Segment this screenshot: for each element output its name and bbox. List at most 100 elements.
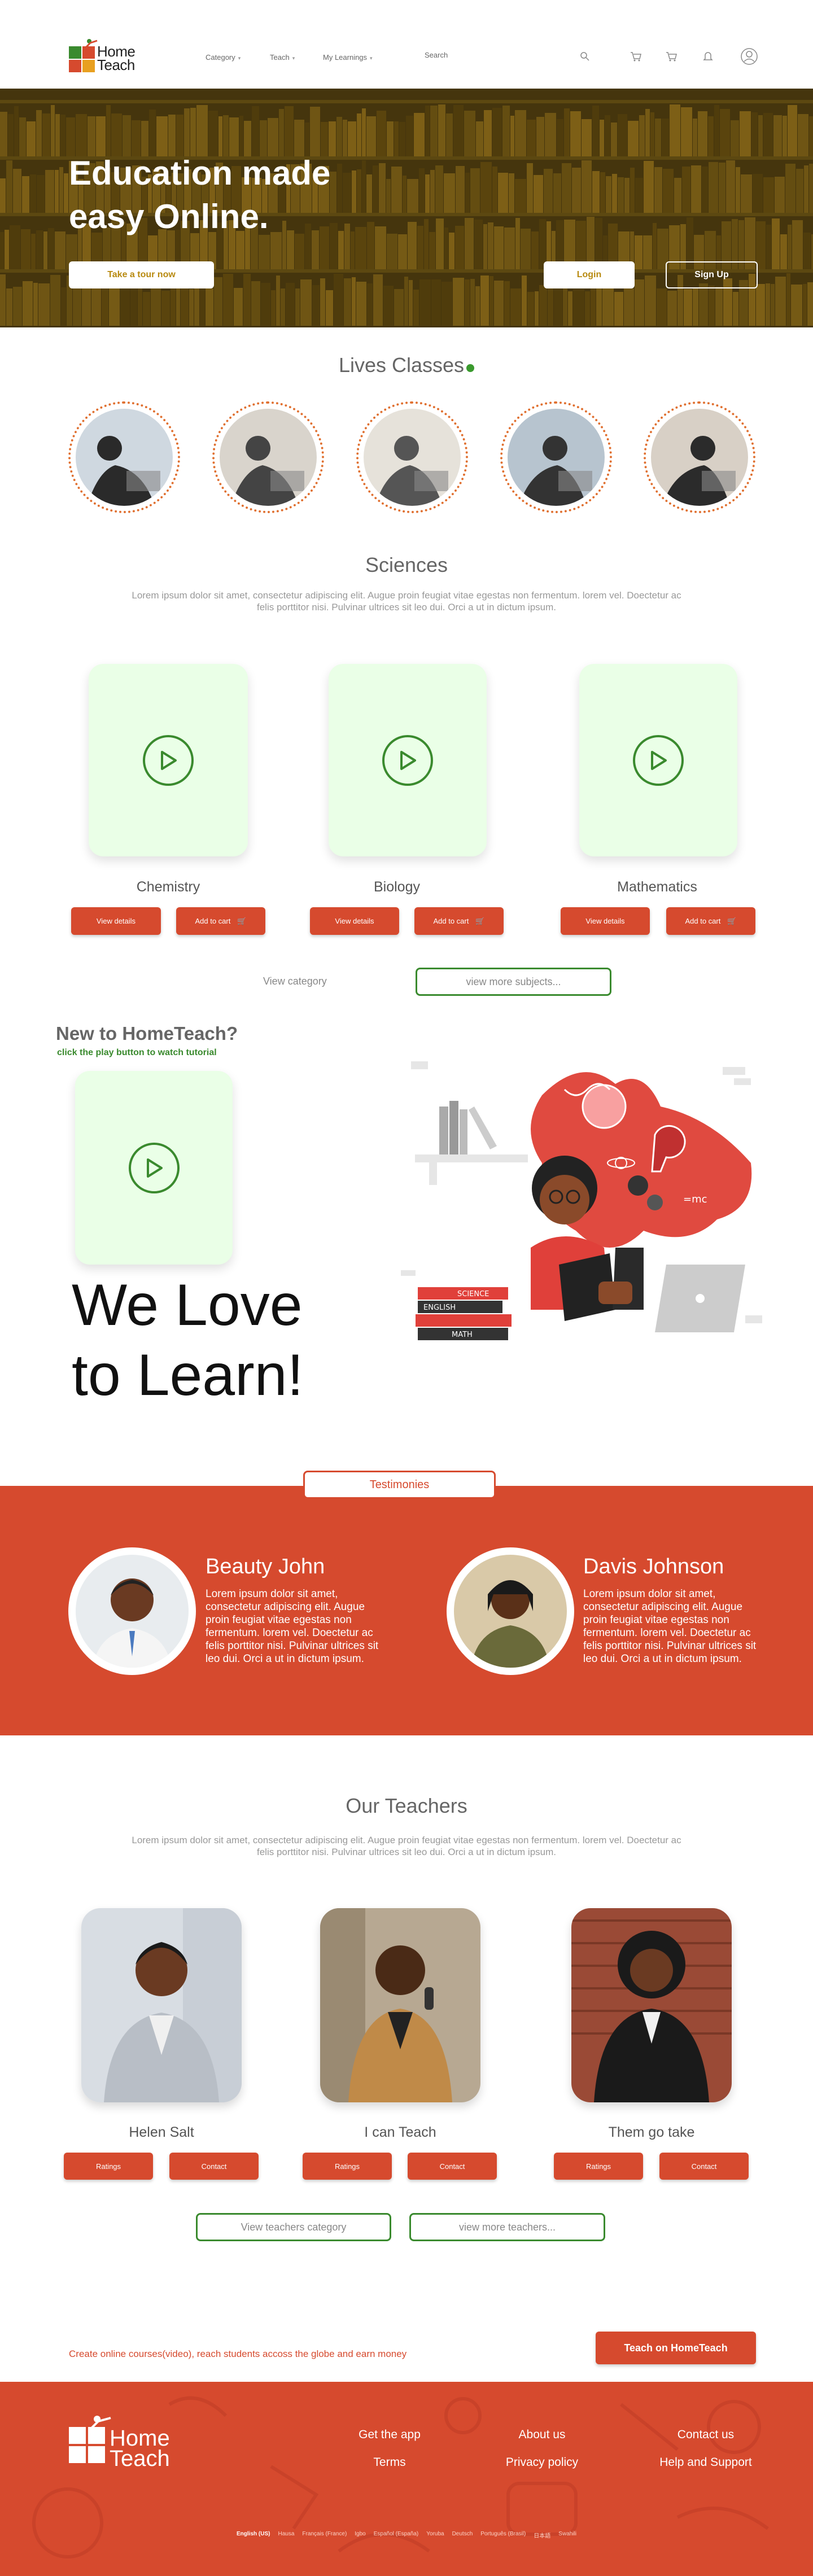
cart-icon[interactable] — [663, 49, 679, 64]
classroom-photo — [364, 409, 461, 506]
we-love-to-learn-heading: We Love to Learn! — [72, 1270, 304, 1410]
i-can-teach-ratings-button[interactable]: Ratings — [303, 2153, 392, 2180]
biology-video-card[interactable] — [329, 664, 487, 856]
add-to-cart-label: Add to cart — [685, 917, 721, 925]
language-option[interactable]: Français (France) — [302, 2531, 347, 2539]
nav-teach-label: Teach — [270, 53, 290, 62]
teacher-card-them-go-take[interactable] — [571, 1908, 732, 2102]
live-class-5[interactable] — [644, 401, 755, 513]
language-option[interactable]: Español (España) — [374, 2531, 419, 2539]
hero-title: Education made easy Online. — [69, 151, 330, 238]
footer-contact-us[interactable]: Contact us — [661, 2428, 751, 2442]
our-teachers-title: Our Teachers — [346, 1794, 467, 1817]
person-photo — [76, 1555, 189, 1668]
footer-help-and-support[interactable]: Help and Support — [649, 2456, 762, 2469]
search-icon[interactable] — [577, 49, 593, 64]
footer-get-the-app[interactable]: Get the app — [344, 2428, 435, 2442]
subject-name-chemistry: Chemistry — [136, 879, 200, 895]
play-icon[interactable] — [633, 734, 684, 786]
footer-privacy-policy[interactable]: Privacy policy — [497, 2456, 587, 2469]
language-option[interactable]: Português (Brasil) — [480, 2531, 526, 2539]
subject-name-mathematics: Mathematics — [617, 879, 697, 895]
user-avatar-icon[interactable] — [740, 47, 759, 66]
view-more-subjects-button[interactable]: view more subjects... — [416, 968, 611, 996]
footer-about-us[interactable]: About us — [497, 2428, 587, 2442]
classroom-photo — [508, 409, 605, 506]
tutorial-subtitle: click the play button to watch tutorial — [57, 1048, 217, 1057]
language-option[interactable]: Hausa — [278, 2531, 294, 2539]
teach-on-hometeach-button[interactable]: Teach on HomeTeach — [596, 2332, 756, 2364]
footer-logo[interactable]: Home Teach — [69, 2415, 193, 2471]
chemistry-video-card[interactable] — [89, 664, 248, 856]
teacher-name-them-go-take: Them go take — [608, 2124, 695, 2140]
teacher-card-helen[interactable] — [81, 1908, 242, 2102]
language-option[interactable]: English (US) — [237, 2531, 270, 2539]
mathematics-add-to-cart-button[interactable]: Add to cart 🛒 — [666, 907, 755, 935]
avatar-photo-davis — [454, 1555, 567, 1668]
live-class-thumbnail — [76, 409, 173, 506]
live-class-3[interactable] — [356, 401, 468, 513]
doodle-background — [32, 2396, 769, 2558]
language-option[interactable]: Deutsch — [452, 2531, 473, 2539]
avatar-photo-beauty — [76, 1555, 189, 1668]
logo-square-red-2 — [69, 60, 81, 72]
view-more-teachers-button[interactable]: view more teachers... — [409, 2213, 605, 2241]
logo-square — [69, 2446, 86, 2463]
classroom-photo — [76, 409, 173, 506]
live-class-1[interactable] — [68, 401, 180, 513]
language-option[interactable]: Igbo — [355, 2531, 365, 2539]
live-class-thumbnail — [508, 409, 605, 506]
nav-teach[interactable]: Teach ▾ — [270, 53, 295, 62]
teacher-photo — [320, 1908, 480, 2102]
live-class-thumbnail — [364, 409, 461, 506]
book-label-science: SCIENCE — [457, 1290, 489, 1298]
signup-button[interactable]: Sign Up — [666, 261, 758, 288]
live-classes-title: Lives Classes — [0, 353, 813, 377]
chemistry-add-to-cart-button[interactable]: Add to cart 🛒 — [176, 907, 265, 935]
testimony-text-1: Lorem ipsum dolor sit amet, consectetur … — [206, 1588, 379, 1665]
login-button[interactable]: Login — [544, 261, 635, 288]
live-class-thumbnail — [220, 409, 317, 506]
we-love-line1: We Love — [72, 1272, 303, 1338]
top-navbar: Home Teach Category ▾ Teach ▾ My Learnings… — [0, 0, 813, 89]
view-category-link[interactable]: View category — [263, 976, 327, 987]
nav-category[interactable]: Category ▾ — [206, 53, 241, 62]
language-option[interactable]: 日本語 — [534, 2531, 550, 2539]
helen-contact-button[interactable]: Contact — [169, 2153, 259, 2180]
play-icon[interactable] — [128, 1142, 180, 1193]
cart-plus-icon[interactable] — [628, 49, 644, 64]
cart-icon: 🛒 — [475, 916, 485, 925]
testimony-avatar-2 — [447, 1547, 574, 1675]
them-go-take-contact-button[interactable]: Contact — [659, 2153, 749, 2180]
biology-view-details-button[interactable]: View details — [310, 907, 399, 935]
mathematics-view-details-button[interactable]: View details — [561, 907, 650, 935]
live-class-2[interactable] — [212, 401, 324, 513]
student-reading-illustration: =mc SCIENCE ENGLISH MATH — [401, 1061, 762, 1340]
live-class-4[interactable] — [500, 401, 612, 513]
chemistry-view-details-button[interactable]: View details — [71, 907, 161, 935]
i-can-teach-contact-button[interactable]: Contact — [408, 2153, 497, 2180]
classroom-photo — [220, 409, 317, 506]
teacher-card-i-can-teach[interactable] — [320, 1908, 480, 2102]
language-option[interactable]: Swahili — [558, 2531, 576, 2539]
book-label-math: MATH — [452, 1331, 473, 1339]
language-option[interactable]: Yoruba — [426, 2531, 444, 2539]
helen-ratings-button[interactable]: Ratings — [64, 2153, 153, 2180]
mathematics-video-card[interactable] — [579, 664, 737, 856]
nav-my-learnings[interactable]: My Learnings ▾ — [323, 53, 373, 62]
them-go-take-ratings-button[interactable]: Ratings — [554, 2153, 643, 2180]
play-icon[interactable] — [143, 734, 194, 786]
search-input[interactable]: Search — [425, 51, 594, 63]
logo[interactable]: Home Teach — [69, 38, 142, 73]
footer-terms[interactable]: Terms — [344, 2456, 435, 2469]
live-dot-icon — [466, 364, 475, 372]
nav-category-label: Category — [206, 53, 235, 62]
sciences-title: Sciences — [365, 553, 448, 576]
bell-icon[interactable] — [700, 49, 716, 64]
biology-add-to-cart-button[interactable]: Add to cart 🛒 — [414, 907, 504, 935]
tutorial-video-card[interactable] — [75, 1071, 233, 1265]
view-teachers-category-button[interactable]: View teachers category — [196, 2213, 391, 2241]
play-icon[interactable] — [382, 734, 433, 786]
take-tour-button[interactable]: Take a tour now — [69, 261, 214, 288]
chevron-down-icon: ▾ — [238, 55, 241, 61]
